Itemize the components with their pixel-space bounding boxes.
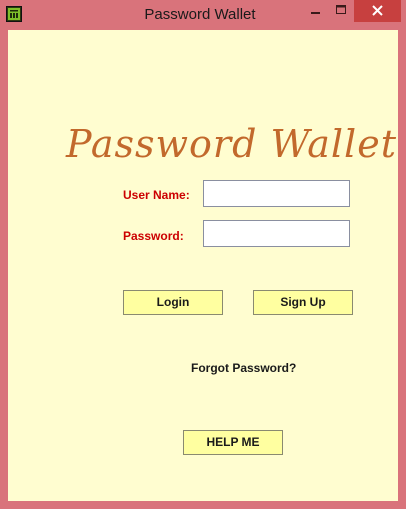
sign-up-button[interactable]: Sign Up xyxy=(253,290,353,315)
username-input[interactable] xyxy=(203,180,350,207)
username-label: User Name: xyxy=(123,188,190,202)
forgot-password-link[interactable]: Forgot Password? xyxy=(191,361,296,375)
minimize-button[interactable] xyxy=(302,0,328,22)
maximize-button[interactable] xyxy=(328,0,354,22)
help-me-button[interactable]: HELP ME xyxy=(183,430,283,455)
minimize-icon xyxy=(311,12,320,14)
close-icon xyxy=(372,5,383,16)
close-button[interactable] xyxy=(354,0,401,22)
main-panel: Password Wallet User Name: Password: Log… xyxy=(8,30,398,501)
title-bar[interactable]: Password Wallet xyxy=(0,0,406,30)
login-button[interactable]: Login xyxy=(123,290,223,315)
password-label: Password: xyxy=(123,229,184,243)
maximize-icon xyxy=(336,5,346,14)
password-input[interactable] xyxy=(203,220,350,247)
